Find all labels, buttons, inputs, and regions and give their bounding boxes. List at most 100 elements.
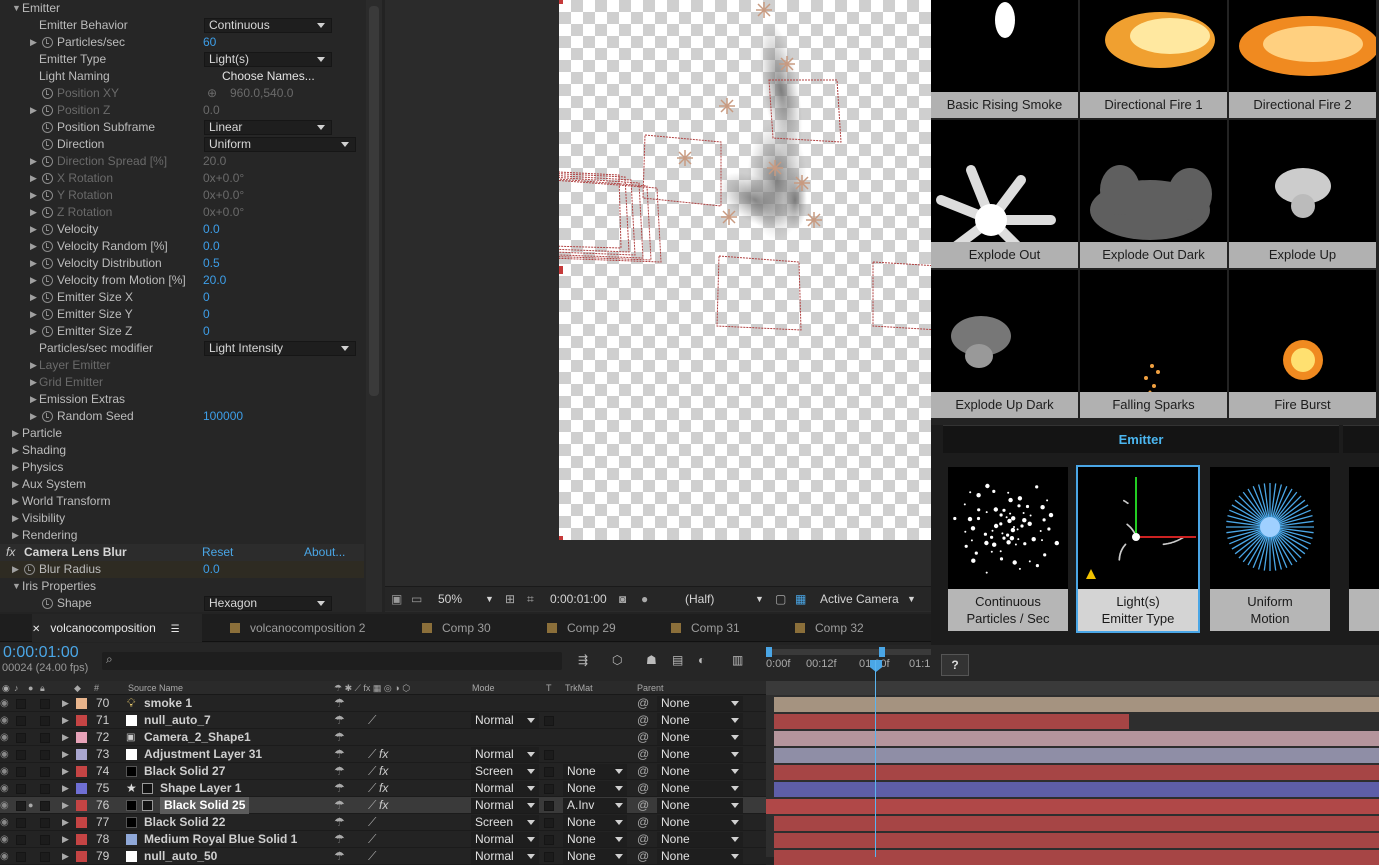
blend-mode-dropdown[interactable]: Normal [471, 747, 539, 762]
quality-switch-icon[interactable]: ⟋ [368, 814, 376, 831]
stopwatch-icon[interactable] [42, 105, 53, 116]
reset-button[interactable]: Reset [202, 544, 233, 561]
effect-row[interactable]: ▶ Physics [0, 459, 364, 476]
parent-dropdown[interactable]: None [657, 730, 743, 745]
effect-row[interactable]: ▶ Visibility [0, 510, 364, 527]
effect-row[interactable]: ▶ Velocity Random [%] 0.0 [0, 238, 364, 255]
emitter-option-partial[interactable] [1349, 467, 1379, 631]
visibility-eye-icon[interactable]: ◉ [0, 746, 9, 763]
twirl-closed-icon[interactable]: ▶ [62, 814, 69, 831]
effect-row[interactable]: ▶ Blur Radius 0.0 [0, 561, 364, 578]
tab-composition[interactable]: Comp 30 [422, 614, 491, 642]
effect-row[interactable]: ▶ Y Rotation 0x+0.0° [0, 187, 364, 204]
parent-dropdown[interactable]: None [657, 781, 743, 796]
fx-switch-icon[interactable]: fx [379, 746, 388, 763]
help-button[interactable]: ? [941, 654, 969, 676]
playhead[interactable] [870, 660, 882, 672]
layer-row[interactable]: ◉ ▶ 72 ▣ Camera_2_Shape1 ☂ @ None [0, 729, 766, 746]
zoom-dropdown[interactable]: 50% [438, 587, 462, 611]
lock-toggle[interactable] [40, 818, 50, 828]
lock-toggle[interactable] [40, 767, 50, 777]
effect-row[interactable]: ▶ Emission Extras [0, 391, 364, 408]
camera-dropdown[interactable]: Active Camera [820, 587, 899, 611]
audio-toggle[interactable] [16, 716, 26, 726]
twirl-closed-icon[interactable]: ▶ [30, 102, 37, 119]
effect-row[interactable]: ▶ Emitter Size Z 0 [0, 323, 364, 340]
layer-duration-bar[interactable] [774, 748, 1379, 763]
label-color-swatch[interactable] [76, 715, 87, 726]
effect-row[interactable]: ▶ Z Rotation 0x+0.0° [0, 204, 364, 221]
layer-duration-bar[interactable] [766, 799, 1379, 814]
lock-toggle[interactable] [40, 733, 50, 743]
property-value[interactable]: 0x+0.0° [203, 187, 244, 204]
property-value[interactable]: 0x+0.0° [203, 204, 244, 221]
twirl-closed-icon[interactable]: ▶ [62, 712, 69, 729]
stopwatch-icon[interactable] [42, 88, 53, 99]
parent-dropdown[interactable]: None [657, 815, 743, 830]
layer-row[interactable]: ◉ ▶ 74 Black Solid 27 ☂ ⟋ fx Screen None @ None [0, 763, 766, 780]
blend-mode-dropdown[interactable]: Screen [471, 764, 539, 779]
crosshair-icon[interactable]: ⊕ [207, 85, 217, 102]
label-color-swatch[interactable] [76, 783, 87, 794]
layer-name[interactable]: Adjustment Layer 31 [144, 746, 262, 763]
twirl-closed-icon[interactable]: ▶ [12, 476, 19, 493]
effect-row[interactable]: ▶ Emitter Size Y 0 [0, 306, 364, 323]
property-value[interactable]: 100000 [203, 408, 243, 425]
tab-composition[interactable]: volcanocomposition 2 [230, 614, 365, 642]
tab-composition[interactable]: Comp 32 [795, 614, 864, 642]
preset-thumbnail[interactable]: Explode Up Dark [931, 270, 1078, 418]
visibility-eye-icon[interactable]: ◉ [0, 814, 9, 831]
preserve-transparency-toggle[interactable] [544, 801, 554, 811]
twirl-closed-icon[interactable]: ▶ [62, 763, 69, 780]
snapshot-icon[interactable]: ▣ [391, 587, 402, 611]
twirl-closed-icon[interactable]: ▶ [30, 187, 37, 204]
quality-switch-icon[interactable]: ⟋ [368, 831, 376, 848]
lock-toggle[interactable] [40, 784, 50, 794]
preset-thumbnail[interactable]: Directional Fire 2 [1229, 0, 1376, 118]
col-mode[interactable]: Mode [472, 681, 495, 695]
twirl-closed-icon[interactable]: ▶ [12, 527, 19, 544]
label-color-swatch[interactable] [76, 698, 87, 709]
preset-thumbnail[interactable]: Explode Out [931, 120, 1078, 268]
shy-switch-icon[interactable]: ☂ [334, 712, 345, 729]
shy-switch-icon[interactable]: ☂ [334, 814, 345, 831]
preserve-transparency-toggle[interactable] [544, 716, 554, 726]
effect-row[interactable]: ▶ Velocity Distribution 0.5 [0, 255, 364, 272]
blend-mode-dropdown[interactable]: Normal [471, 781, 539, 796]
effect-row[interactable]: Shape Hexagon [0, 595, 364, 612]
twirl-closed-icon[interactable]: ▶ [12, 561, 19, 578]
twirl-closed-icon[interactable]: ▶ [30, 408, 37, 425]
preset-thumbnail[interactable]: Explode Out Dark [1080, 120, 1227, 268]
monitor-icon[interactable]: ▭ [411, 587, 422, 611]
time-ruler[interactable]: 0:00f 00:12f 01:00f 01:1 [766, 645, 931, 681]
layer-row[interactable]: ◉ ▶ 73 Adjustment Layer 31 ☂ ⟋ fx Normal @ None [0, 746, 766, 763]
layer-duration-bar[interactable] [774, 833, 1379, 848]
property-value[interactable]: 0.5 [203, 255, 220, 272]
audio-toggle[interactable] [16, 733, 26, 743]
label-color-swatch[interactable] [76, 749, 87, 760]
track-matte-dropdown[interactable]: None [563, 832, 627, 847]
pick-whip-icon[interactable]: @ [637, 797, 649, 814]
close-icon[interactable]: ✕ [32, 624, 40, 635]
stopwatch-icon[interactable] [42, 37, 53, 48]
effect-row[interactable]: Light Naming Choose Names... [0, 68, 364, 85]
scrollbar-thumb[interactable] [369, 6, 379, 396]
twirl-closed-icon[interactable]: ▶ [62, 780, 69, 797]
twirl-closed-icon[interactable]: ▶ [30, 357, 37, 374]
audio-toggle[interactable] [16, 767, 26, 777]
layer-duration-bar[interactable] [774, 731, 1379, 746]
shy-switch-icon[interactable]: ☂ [334, 695, 345, 712]
twirl-closed-icon[interactable]: ▶ [62, 797, 69, 814]
twirl-closed-icon[interactable]: ▶ [30, 391, 37, 408]
emitter-option[interactable]: Continuous Particles / Sec [948, 467, 1068, 631]
effect-row[interactable]: ▶ Aux System [0, 476, 364, 493]
layer-row[interactable]: ◉ ▶ 77 Black Solid 22 ☂ ⟋ Screen None @ None [0, 814, 766, 831]
tab-composition[interactable]: Comp 29 [547, 614, 616, 642]
quality-switch-icon[interactable]: ⟋ [368, 746, 376, 763]
twirl-open-icon[interactable]: ▼ [12, 0, 21, 17]
resolution-dropdown[interactable]: (Half) [685, 587, 714, 611]
preserve-transparency-toggle[interactable] [544, 784, 554, 794]
mid-handle[interactable] [559, 266, 563, 274]
twirl-closed-icon[interactable]: ▶ [62, 695, 69, 712]
stopwatch-icon[interactable] [42, 326, 53, 337]
